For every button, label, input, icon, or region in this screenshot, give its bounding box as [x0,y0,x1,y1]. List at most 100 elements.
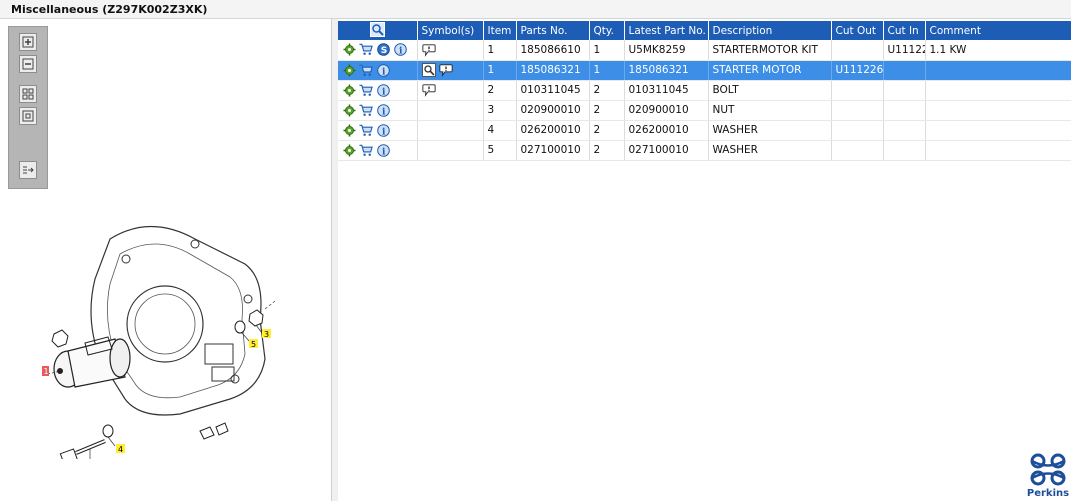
cell-item: 2 [483,80,517,101]
cell-qty: 1 [589,40,625,61]
cell-qty: 2 [589,140,625,161]
cart-icon[interactable] [359,83,373,97]
column-header-cut-in[interactable]: Cut In [883,21,926,40]
fit-all-button[interactable] [19,85,37,103]
column-header-symbols[interactable]: Symbol(s) [417,21,484,40]
svg-text:i: i [382,67,386,77]
column-header-tools[interactable] [338,21,418,40]
cell-qty: 1 [589,60,625,81]
cell-description: STARTERMOTOR KIT [708,40,832,61]
cell-parts-no: 185086321 [516,60,590,81]
cell-latest-part-no: U5MK8259 [624,40,709,61]
gear-icon[interactable] [342,83,356,97]
info-icon[interactable]: i [376,123,390,137]
callout-3-label: 3 [264,330,269,339]
cell-cut-out [831,140,884,161]
perkins-logo: Perkins [1026,452,1070,499]
info-icon[interactable]: i [376,63,390,77]
column-header-parts-no[interactable]: Parts No. [516,21,590,40]
cell-parts-no: 185086610 [516,40,590,61]
magnify-icon[interactable] [421,63,436,77]
drawing-panel: 1 2 3 4 5 [0,19,332,501]
table-header-row: Symbol(s) Item Parts No. Qty. Latest Par… [338,21,1071,40]
gear-icon[interactable] [342,123,356,137]
table-row[interactable]: i 5 027100010 2 027100010 WASHER [338,140,1071,161]
fit-all-icon [22,88,34,100]
callout-1-label: 1 [44,367,49,376]
column-header-comment[interactable]: Comment [925,21,1071,40]
cell-item: 1 [483,40,517,61]
table-row[interactable]: i 1 185086321 1 185086321 STARTER MOTOR U11122… [338,60,1071,81]
washer-part-4[interactable] [102,424,114,438]
svg-text:S: S [380,46,386,56]
exploded-parts-drawing[interactable]: 1 2 3 4 5 [30,209,290,459]
row-symbols [417,40,484,61]
comment-icon[interactable] [438,63,453,77]
cart-icon[interactable] [359,43,373,57]
info-icon[interactable]: i [376,103,390,117]
gear-icon[interactable] [342,103,356,117]
cell-cut-out [831,120,884,141]
cell-parts-no: 026200010 [516,120,590,141]
info-icon[interactable]: i [376,83,390,97]
washer-part-5[interactable] [234,320,246,334]
zoom-out-icon [22,58,34,70]
cell-latest-part-no: 027100010 [624,140,709,161]
fit-window-button[interactable] [19,107,37,125]
table-row[interactable]: i 3 020900010 2 020900010 NUT [338,100,1071,121]
export-button[interactable] [19,161,37,179]
parts-table: Symbol(s) Item Parts No. Qty. Latest Par… [338,21,1071,161]
svg-text:i: i [382,107,386,117]
s-icon[interactable]: S [376,43,390,57]
zoom-out-button[interactable] [19,55,37,73]
cart-icon[interactable] [359,103,373,117]
table-row[interactable]: Si 1 185086610 1 U5MK8259 STARTERMOTOR KIT U11… [338,40,1071,61]
cell-cut-in [883,140,926,161]
column-header-description[interactable]: Description [708,21,832,40]
info-icon[interactable]: i [376,143,390,157]
callout-5-label: 5 [251,340,256,349]
cell-latest-part-no: 026200010 [624,120,709,141]
table-row[interactable]: i 4 026200010 2 026200010 WASHER [338,120,1071,141]
cell-comment [925,100,1071,121]
cart-icon[interactable] [359,143,373,157]
column-header-cut-out[interactable]: Cut Out [831,21,884,40]
row-symbols [417,120,484,141]
cell-cut-in [883,120,926,141]
info-icon[interactable]: i [393,43,407,57]
comment-icon[interactable] [421,43,436,57]
gear-icon[interactable] [342,143,356,157]
column-header-latest-part-no[interactable]: Latest Part No. [624,21,709,40]
cell-cut-in: U11122 [883,40,926,61]
cell-description: NUT [708,100,832,121]
gear-icon[interactable] [342,63,356,77]
cell-cut-out [831,80,884,101]
cell-qty: 2 [589,100,625,121]
row-symbols [417,100,484,121]
column-header-item[interactable]: Item [483,21,517,40]
cell-parts-no: 027100010 [516,140,590,161]
cart-icon[interactable] [359,63,373,77]
row-actions: i [338,60,418,81]
table-row[interactable]: i 2 010311045 2 010311045 BOLT [338,80,1071,101]
row-actions: i [338,100,418,121]
bolt-part[interactable] [59,439,106,459]
cell-cut-in [883,60,926,81]
row-actions: Si [338,40,418,61]
cell-latest-part-no: 010311045 [624,80,709,101]
cell-latest-part-no: 020900010 [624,100,709,121]
column-header-qty[interactable]: Qty. [589,21,625,40]
cell-latest-part-no: 185086321 [624,60,709,81]
cell-comment: 1.1 KW [925,40,1071,61]
cart-icon[interactable] [359,123,373,137]
comment-icon[interactable] [421,83,436,97]
cell-cut-out [831,100,884,121]
zoom-in-button[interactable] [19,33,37,51]
cell-cut-out: U111226I [831,60,884,81]
cell-parts-no: 010311045 [516,80,590,101]
cell-cut-in [883,100,926,121]
nut-part-left[interactable] [51,329,69,348]
row-symbols [417,140,484,161]
gear-icon[interactable] [342,43,356,57]
cell-comment [925,80,1071,101]
